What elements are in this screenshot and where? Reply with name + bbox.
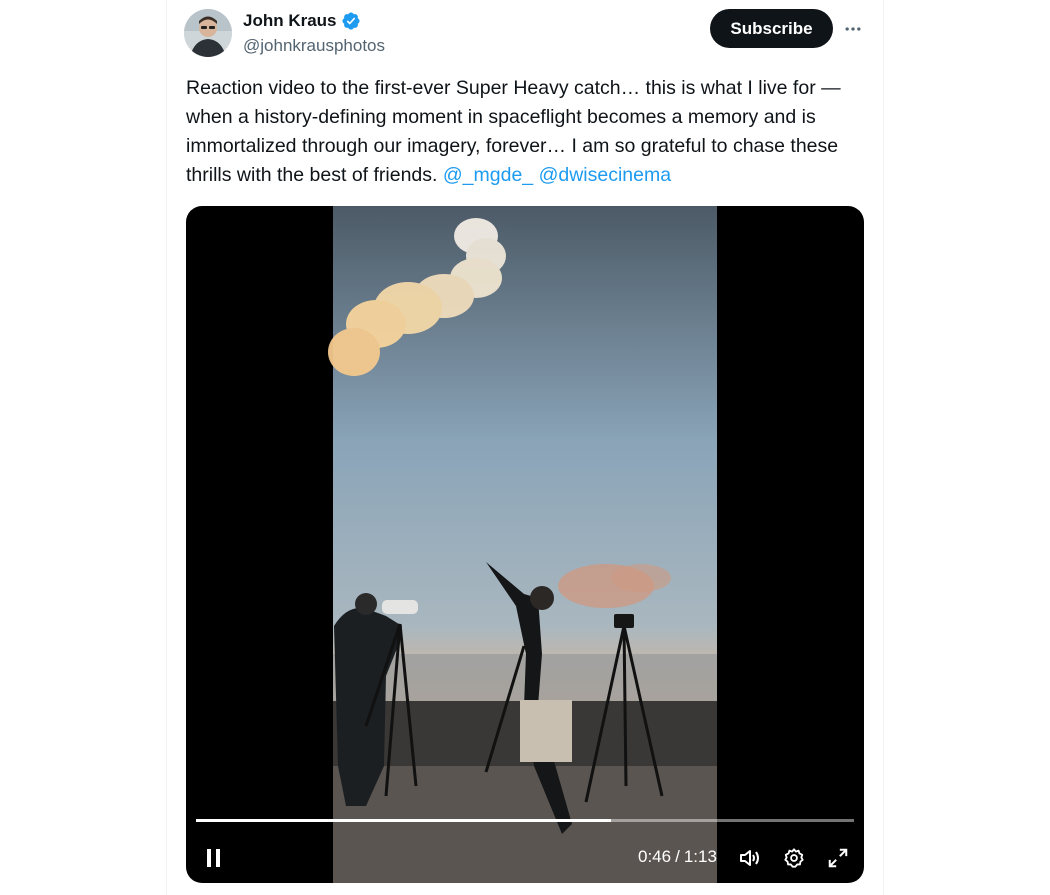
volume-icon[interactable]	[736, 844, 764, 872]
current-time: 0:46	[638, 847, 672, 866]
time-separator: /	[675, 847, 680, 866]
duration: 1:13	[683, 847, 717, 866]
verified-badge-icon	[341, 12, 360, 30]
author-name[interactable]: John Kraus	[243, 11, 361, 31]
avatar[interactable]	[184, 9, 232, 57]
pause-icon[interactable]	[200, 844, 228, 872]
author-display-name[interactable]: John Kraus	[243, 11, 337, 31]
mention-dwisecinema[interactable]: @dwisecinema	[539, 164, 672, 186]
tweet-text: Reaction video to the first-ever Super H…	[186, 74, 876, 190]
progress-bar[interactable]	[196, 819, 854, 822]
video-player[interactable]: 0:46 / 1:13	[186, 206, 864, 883]
more-horizontal-icon[interactable]	[838, 14, 868, 44]
progress-fill	[196, 819, 611, 822]
video-frame	[328, 206, 717, 883]
video-time: 0:46 / 1:13	[638, 846, 717, 868]
fullscreen-icon[interactable]	[824, 844, 852, 872]
settings-icon[interactable]	[780, 844, 808, 872]
subscribe-button[interactable]: Subscribe	[710, 9, 833, 48]
author-handle[interactable]: @johnkrausphotos	[243, 36, 385, 56]
mention-mgde[interactable]: @_mgde_	[443, 164, 533, 186]
